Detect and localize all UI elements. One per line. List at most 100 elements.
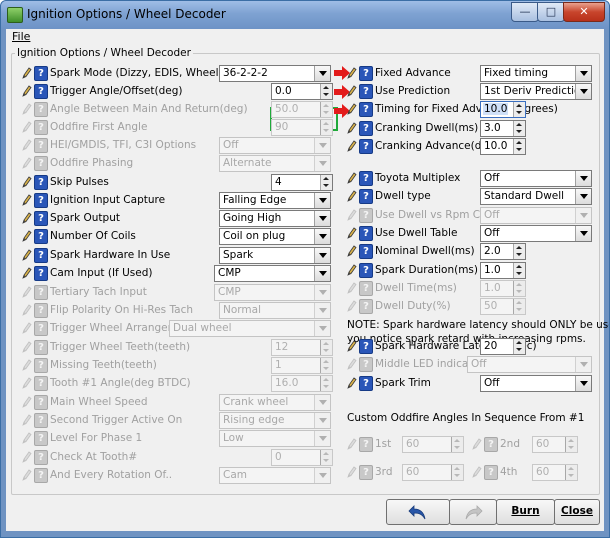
edit-pencil-icon[interactable] [22, 377, 32, 389]
help-icon[interactable]: ? [34, 102, 48, 117]
edit-pencil-icon[interactable] [22, 359, 32, 371]
help-icon[interactable]: ? [359, 139, 373, 154]
edit-pencil-icon[interactable] [347, 227, 357, 239]
chevron-down-icon[interactable] [314, 156, 330, 171]
close-window-button[interactable]: ✕ [563, 2, 605, 22]
cam-input-if-used-select[interactable]: CMP [214, 265, 331, 282]
help-icon[interactable]: ? [34, 193, 48, 208]
chevron-down-icon[interactable] [314, 431, 330, 446]
help-icon[interactable]: ? [359, 189, 373, 204]
help-icon[interactable]: ? [34, 266, 48, 281]
trigger-angle-offset-deg-spinner[interactable]: 0.0 [271, 83, 333, 100]
edit-pencil-icon[interactable] [22, 85, 32, 97]
edit-pencil-icon[interactable] [22, 249, 32, 261]
toyota-multiplex-select[interactable]: Off [480, 170, 592, 187]
chevron-down-icon[interactable] [314, 248, 330, 263]
menu-file[interactable]: File [12, 30, 30, 43]
chevron-down-icon[interactable] [575, 226, 591, 241]
edit-pencil-icon[interactable] [347, 85, 357, 97]
chevron-down-icon[interactable] [314, 285, 330, 300]
spark-hardware-in-use-select[interactable]: Spark [219, 247, 331, 264]
edit-pencil-icon[interactable] [347, 300, 357, 312]
edit-pencil-icon[interactable] [22, 414, 32, 426]
timing-for-fixed-advance-degrees-spinner[interactable]: 10.0 [480, 101, 526, 118]
close-button[interactable]: Close [554, 499, 600, 525]
spinner-arrows-icon[interactable] [513, 299, 525, 314]
edit-pencil-icon[interactable] [22, 103, 32, 115]
burn-button[interactable]: Burn [496, 499, 555, 525]
spark-trim-select[interactable]: Off [480, 375, 592, 392]
help-icon[interactable]: ? [359, 299, 373, 314]
chevron-down-icon[interactable] [314, 303, 330, 318]
edit-pencil-icon[interactable] [22, 267, 32, 279]
chevron-down-icon[interactable] [314, 211, 330, 226]
help-icon[interactable]: ? [359, 339, 373, 354]
chevron-down-icon[interactable] [314, 229, 330, 244]
edit-pencil-icon[interactable] [22, 194, 32, 206]
edit-pencil-icon[interactable] [22, 67, 32, 79]
chevron-down-icon[interactable] [575, 376, 591, 391]
chevron-down-icon[interactable] [575, 171, 591, 186]
help-icon[interactable]: ? [34, 450, 48, 465]
help-icon[interactable]: ? [359, 244, 373, 259]
chevron-down-icon[interactable] [314, 193, 330, 208]
help-icon[interactable]: ? [359, 376, 373, 391]
spinner-arrows-icon[interactable] [320, 450, 332, 465]
edit-pencil-icon[interactable] [22, 176, 32, 188]
cranking-dwell-ms-spinner[interactable]: 3.0 [480, 120, 526, 137]
spinner-arrows-icon[interactable] [320, 358, 332, 373]
edit-pencil-icon[interactable] [22, 230, 32, 242]
minimize-button[interactable]: — [511, 2, 539, 22]
spinner-arrows-icon[interactable] [320, 84, 332, 99]
help-icon[interactable]: ? [359, 263, 373, 278]
edit-pencil-icon[interactable] [347, 122, 357, 134]
help-icon[interactable]: ? [359, 226, 373, 241]
spinner-arrows-icon[interactable] [513, 263, 525, 278]
edit-pencil-icon[interactable] [347, 358, 357, 370]
help-icon[interactable]: ? [359, 84, 373, 99]
help-icon[interactable]: ? [34, 358, 48, 373]
help-icon[interactable]: ? [34, 468, 48, 483]
spark-output-select[interactable]: Going High [219, 210, 331, 227]
edit-pencil-icon[interactable] [347, 340, 357, 352]
chevron-down-icon[interactable] [575, 84, 591, 99]
skip-pulses-spinner[interactable]: 4 [271, 174, 333, 191]
spinner-arrows-icon[interactable] [513, 102, 525, 117]
fixed-advance-select[interactable]: Fixed timing [480, 65, 592, 82]
spinner-arrows-icon[interactable] [320, 376, 332, 391]
edit-pencil-icon[interactable] [22, 121, 32, 133]
help-icon[interactable]: ? [359, 121, 373, 136]
dwell-type-select[interactable]: Standard Dwell [480, 188, 592, 205]
cranking-advance-degrees-spinner[interactable]: 10.0 [480, 138, 526, 155]
help-icon[interactable]: ? [359, 208, 373, 223]
edit-pencil-icon[interactable] [22, 139, 32, 151]
spinner-arrows-icon[interactable] [320, 175, 332, 190]
help-icon[interactable]: ? [34, 431, 48, 446]
edit-pencil-icon[interactable] [347, 209, 357, 221]
help-icon[interactable]: ? [34, 138, 48, 153]
chevron-down-icon[interactable] [575, 189, 591, 204]
number-of-coils-select[interactable]: Coil on plug [219, 228, 331, 245]
chevron-down-icon[interactable] [575, 357, 591, 372]
help-icon[interactable]: ? [359, 66, 373, 81]
help-icon[interactable]: ? [359, 171, 373, 186]
spinner-arrows-icon[interactable] [513, 244, 525, 259]
help-icon[interactable]: ? [34, 120, 48, 135]
spark-hardware-latency-usec-spinner[interactable]: 20 [480, 338, 526, 355]
help-icon[interactable]: ? [34, 376, 48, 391]
spinner-arrows-icon[interactable] [320, 102, 332, 117]
help-icon[interactable]: ? [34, 175, 48, 190]
help-icon[interactable]: ? [34, 321, 48, 336]
chevron-down-icon[interactable] [314, 266, 330, 281]
spinner-arrows-icon[interactable] [513, 281, 525, 296]
edit-pencil-icon[interactable] [22, 322, 32, 334]
chevron-down-icon[interactable] [314, 321, 330, 336]
help-icon[interactable]: ? [34, 285, 48, 300]
help-icon[interactable]: ? [34, 303, 48, 318]
use-prediction-select[interactable]: 1st Deriv Prediction [480, 83, 592, 100]
spinner-arrows-icon[interactable] [513, 339, 525, 354]
edit-pencil-icon[interactable] [347, 282, 357, 294]
nominal-dwell-ms-spinner[interactable]: 2.0 [480, 243, 526, 260]
help-icon[interactable]: ? [34, 395, 48, 410]
edit-pencil-icon[interactable] [22, 432, 32, 444]
